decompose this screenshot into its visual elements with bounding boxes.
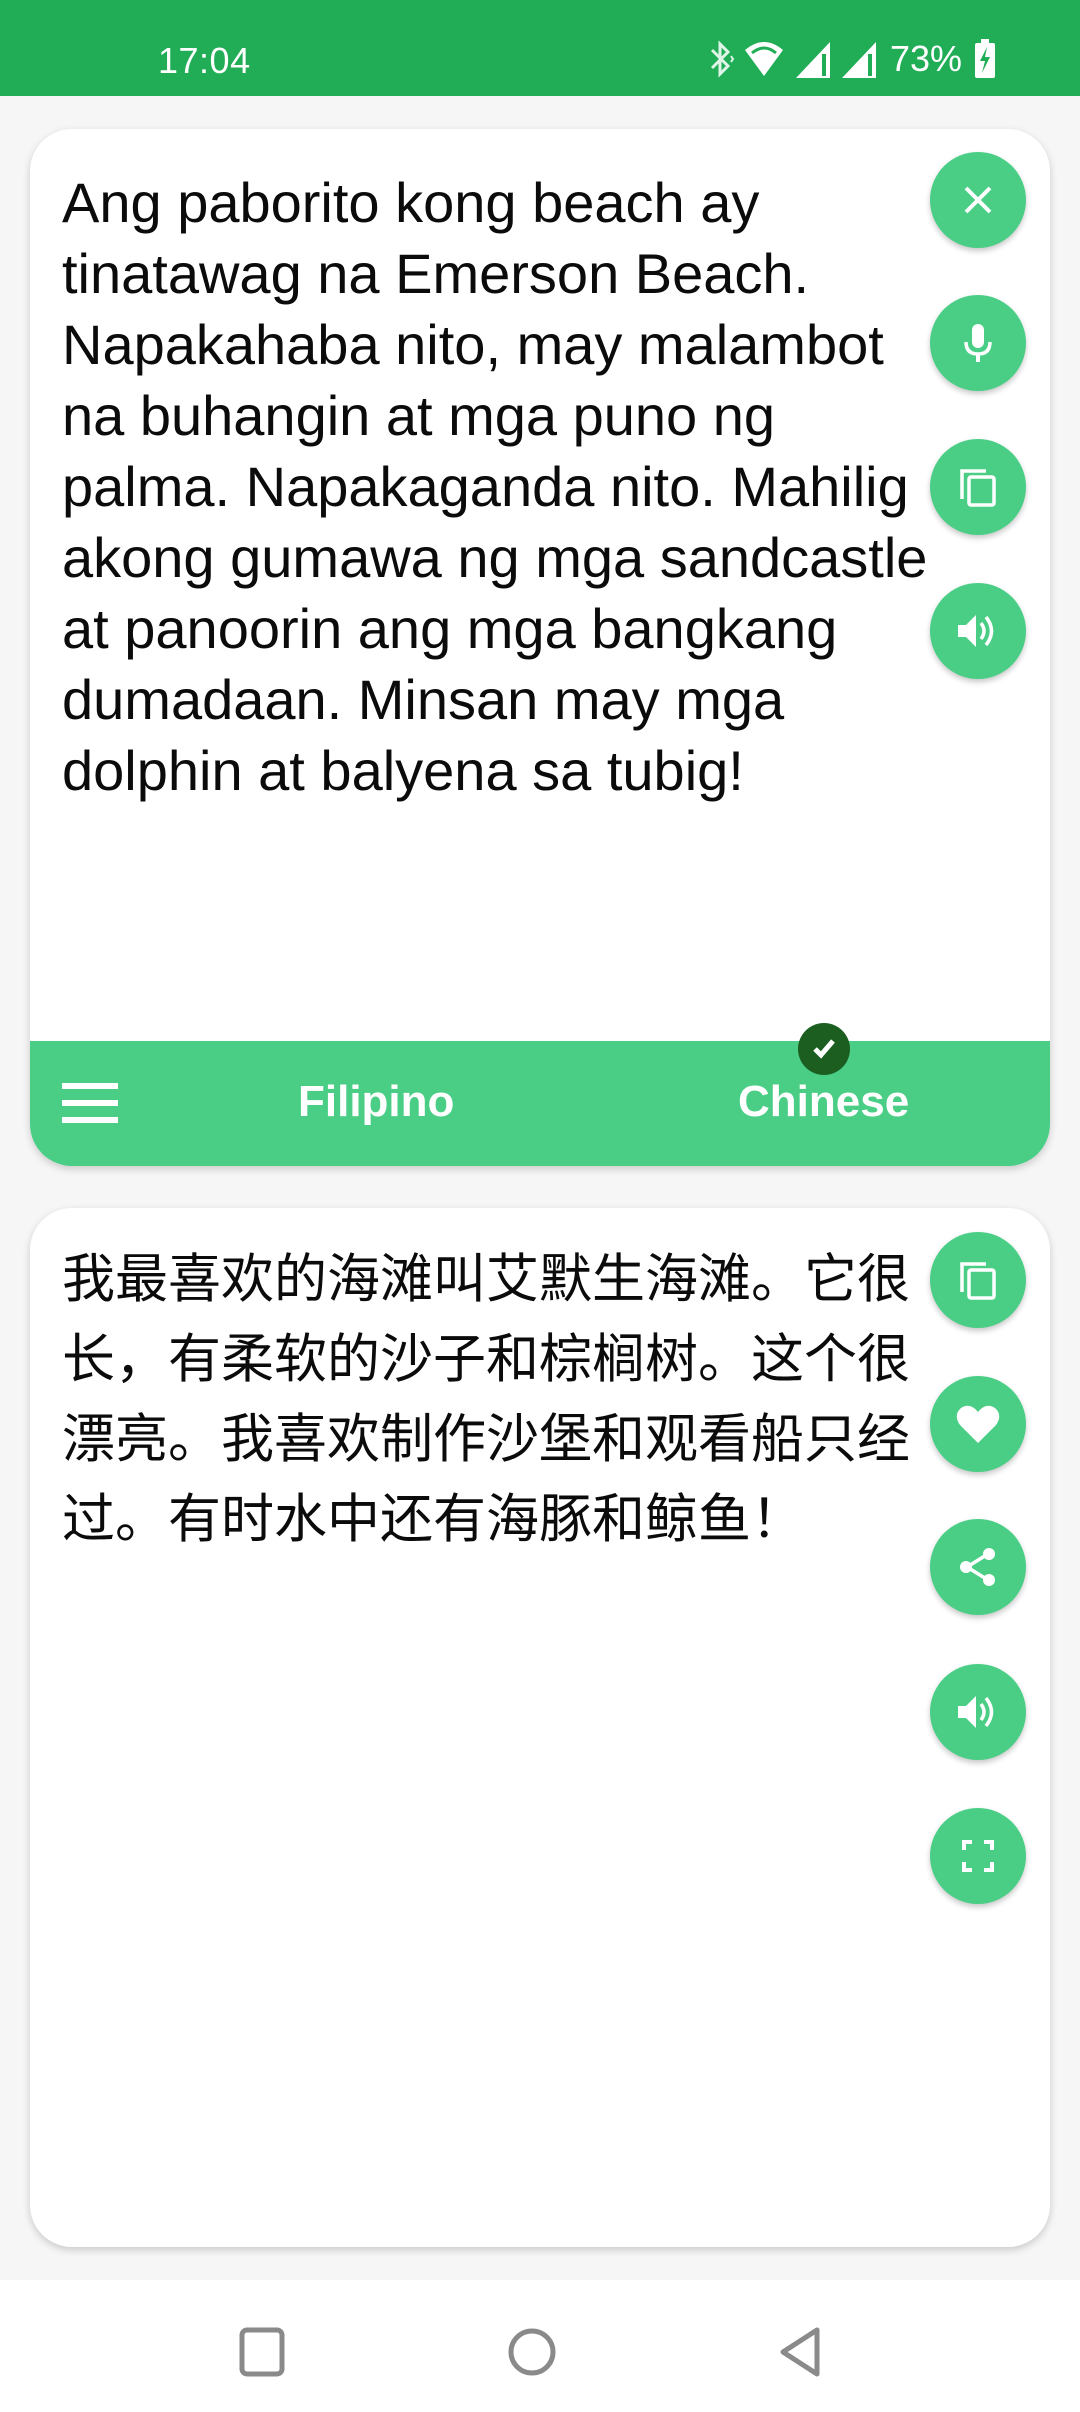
copy-button[interactable]: [930, 1232, 1026, 1328]
fullscreen-button[interactable]: [930, 1808, 1026, 1904]
share-icon: [956, 1545, 1000, 1589]
recents-icon: [237, 2327, 287, 2382]
fullscreen-icon: [960, 1838, 996, 1874]
speak-button[interactable]: [930, 1664, 1026, 1760]
close-icon: [960, 182, 996, 218]
bluetooth-icon: [706, 38, 736, 80]
system-nav-bar: [0, 2280, 1080, 2412]
home-icon: [507, 2327, 557, 2382]
source-text-input[interactable]: Ang paborito kong beach ay tinatawag na …: [62, 167, 942, 806]
signal-icon: [794, 38, 834, 80]
copy-button[interactable]: [930, 439, 1026, 535]
copy-icon: [956, 465, 1000, 509]
status-bar: 17:04 73%: [0, 0, 1080, 96]
microphone-icon: [960, 322, 996, 364]
target-language-button[interactable]: Chinese: [738, 1077, 909, 1127]
status-time: 17:04: [158, 40, 251, 81]
favorite-button[interactable]: [930, 1376, 1026, 1472]
language-bar: Filipino Chinese: [30, 1023, 1050, 1166]
recents-button[interactable]: [232, 2324, 292, 2384]
mic-button[interactable]: [930, 295, 1026, 391]
home-button[interactable]: [502, 2324, 562, 2384]
wifi-icon: [742, 38, 788, 80]
copy-icon: [956, 1258, 1000, 1302]
speaker-icon: [956, 1692, 1000, 1732]
source-text-card: Ang paborito kong beach ay tinatawag na …: [30, 129, 1050, 1166]
speak-button[interactable]: [930, 583, 1026, 679]
battery-charging-icon: [974, 39, 996, 79]
menu-icon[interactable]: [62, 1083, 118, 1123]
heart-icon: [955, 1403, 1001, 1445]
clear-button[interactable]: [930, 152, 1026, 248]
back-icon: [777, 2327, 827, 2382]
translation-text: 我最喜欢的海滩叫艾默生海滩。它很长，有柔软的沙子和棕榈树。这个很漂亮。我喜欢制作…: [62, 1249, 910, 1550]
share-button[interactable]: [930, 1519, 1026, 1615]
battery-percent: 73%: [889, 38, 962, 79]
translation-card: 我最喜欢的海滩叫艾默生海滩。它很长，有柔软的沙子和棕榈树。这个很漂亮。我喜欢制作…: [30, 1208, 1050, 2247]
source-language-button[interactable]: Filipino: [298, 1077, 454, 1127]
status-icons: 73%: [706, 38, 996, 80]
back-button[interactable]: [772, 2324, 832, 2384]
speaker-icon: [956, 611, 1000, 651]
selected-check-icon: [798, 1023, 850, 1075]
signal-icon: [840, 38, 880, 80]
